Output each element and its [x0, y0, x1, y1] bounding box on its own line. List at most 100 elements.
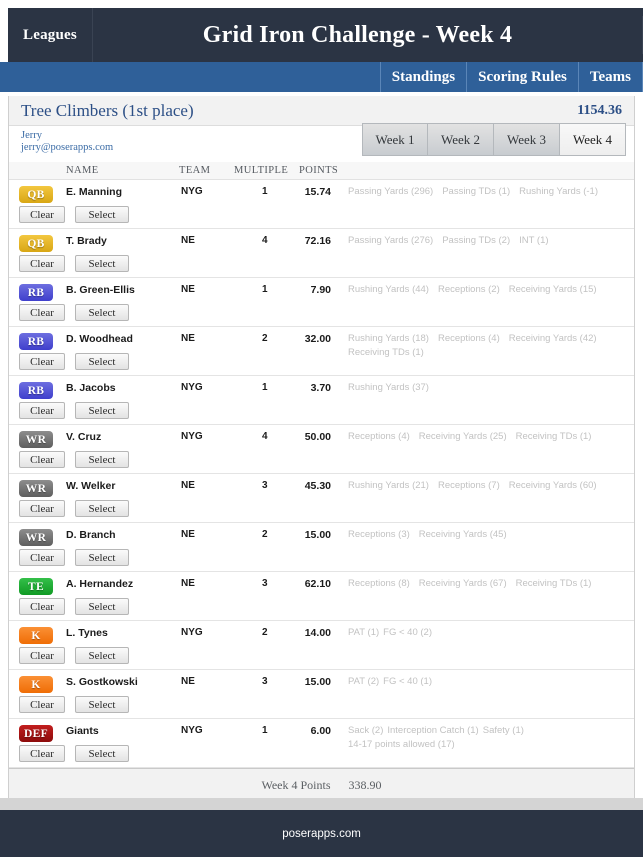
player-stat: Passing TDs (2)	[442, 235, 511, 246]
select-button[interactable]: Select	[75, 304, 129, 321]
player-points: 15.00	[304, 529, 331, 541]
select-button[interactable]: Select	[75, 500, 129, 517]
week-tabs: Week 1 Week 2 Week 3 Week 4	[362, 123, 626, 156]
column-header-points: POINTS	[299, 165, 339, 176]
player-stat: Passing Yards (276)	[348, 235, 434, 246]
clear-button[interactable]: Clear	[19, 304, 65, 321]
position-badge: WR	[19, 431, 53, 448]
position-label: WR	[25, 433, 47, 446]
player-stat: Receiving Yards (15)	[508, 284, 597, 295]
tab-week-4[interactable]: Week 4	[560, 123, 626, 156]
clear-button[interactable]: Clear	[19, 549, 65, 566]
clear-button[interactable]: Clear	[19, 745, 65, 762]
tab-week-1[interactable]: Week 1	[362, 123, 428, 156]
column-headers: NAME TEAM MULTIPLE POINTS	[9, 162, 634, 180]
player-stat: Safety (1)	[482, 725, 524, 736]
select-button[interactable]: Select	[75, 549, 129, 566]
row-actions: Clear Select	[19, 696, 129, 713]
column-header-team: TEAM	[179, 165, 211, 176]
player-team: NE	[181, 333, 195, 344]
player-name: V. Cruz	[66, 431, 102, 443]
player-name: A. Hernandez	[66, 578, 134, 590]
owner-and-weeks-row: Jerry jerry@poserapps.com Week 1 Week 2 …	[9, 123, 634, 162]
position-badge: RB	[19, 284, 53, 301]
tab-label: Week 1	[375, 131, 415, 147]
tab-week-3[interactable]: Week 3	[494, 123, 560, 156]
player-stat: Receptions (8)	[348, 578, 410, 589]
leagues-nav-button[interactable]: Leagues	[8, 8, 93, 62]
team-header: Tree Climbers (1st place) 1154.36	[9, 96, 634, 126]
player-stat: Receptions (3)	[348, 529, 410, 540]
table-row: RB B. Green-Ellis NE 1 7.90 Rushing Yards (44…	[9, 278, 634, 327]
column-header-multiple: MULTIPLE	[234, 165, 289, 176]
player-multiple: 1	[262, 725, 268, 736]
position-label: RB	[27, 286, 45, 299]
clear-button[interactable]: Clear	[19, 255, 65, 272]
select-button[interactable]: Select	[75, 402, 129, 419]
player-name: E. Manning	[66, 186, 122, 198]
player-stat: INT (1)	[519, 235, 549, 246]
player-stats: Receptions (3) Receiving Yards (45)	[348, 528, 626, 542]
select-button[interactable]: Select	[75, 745, 129, 762]
select-button[interactable]: Select	[75, 353, 129, 370]
position-badge: TE	[19, 578, 53, 595]
player-stat: Receiving Yards (45)	[418, 529, 507, 540]
position-badge: WR	[19, 480, 53, 497]
clear-button[interactable]: Clear	[19, 402, 65, 419]
player-multiple: 1	[262, 186, 268, 197]
position-label: DEF	[24, 727, 48, 740]
tab-week-2[interactable]: Week 2	[428, 123, 494, 156]
player-name: L. Tynes	[66, 627, 108, 639]
position-label: RB	[27, 384, 45, 397]
row-actions: Clear Select	[19, 647, 129, 664]
player-name: W. Welker	[66, 480, 116, 492]
team-total-points: 1154.36	[577, 102, 622, 118]
player-multiple: 2	[262, 529, 268, 540]
player-stat: Receiving Yards (67)	[418, 578, 507, 589]
select-button[interactable]: Select	[75, 206, 129, 223]
player-stat: Passing TDs (1)	[442, 186, 511, 197]
player-stat: Receiving Yards (42)	[508, 333, 597, 344]
nav-item-teams[interactable]: Teams	[577, 62, 643, 92]
team-name: Tree Climbers (1st place)	[21, 100, 194, 120]
clear-button[interactable]: Clear	[19, 206, 65, 223]
clear-button[interactable]: Clear	[19, 598, 65, 615]
position-label: QB	[27, 237, 45, 250]
select-button[interactable]: Select	[75, 598, 129, 615]
player-name: B. Jacobs	[66, 382, 116, 394]
player-stat: Passing Yards (296)	[348, 186, 434, 197]
nav-item-scoring-rules[interactable]: Scoring Rules	[466, 62, 578, 92]
table-row: QB T. Brady NE 4 72.16 Passing Yards (276) Pas…	[9, 229, 634, 278]
clear-button[interactable]: Clear	[19, 696, 65, 713]
clear-button[interactable]: Clear	[19, 647, 65, 664]
player-stat: Rushing Yards (37)	[348, 382, 429, 393]
player-stat: Receiving TDs (1)	[348, 347, 424, 358]
row-actions: Clear Select	[19, 745, 129, 762]
player-team: NE	[181, 676, 195, 687]
player-stats: Sack (2) Interception Catch (1) Safety (1)…	[348, 724, 626, 752]
clear-button[interactable]: Clear	[19, 500, 65, 517]
table-row: RB B. Jacobs NYG 1 3.70 Rushing Yards (37) Cle…	[9, 376, 634, 425]
player-name: S. Gostkowski	[66, 676, 138, 688]
player-team: NE	[181, 235, 195, 246]
player-multiple: 1	[262, 284, 268, 295]
row-actions: Clear Select	[19, 598, 129, 615]
player-stat: Receptions (7)	[437, 480, 500, 491]
table-row: DEF Giants NYG 1 6.00 Sack (2) Interception Ca…	[9, 719, 634, 768]
select-button[interactable]: Select	[75, 255, 129, 272]
player-name: Giants	[66, 725, 99, 737]
player-points: 62.10	[304, 578, 331, 590]
select-button[interactable]: Select	[75, 696, 129, 713]
player-points: 15.00	[304, 676, 331, 688]
select-button[interactable]: Select	[75, 451, 129, 468]
player-multiple: 4	[262, 235, 268, 246]
clear-button[interactable]: Clear	[19, 451, 65, 468]
select-button[interactable]: Select	[75, 647, 129, 664]
player-multiple: 2	[262, 333, 268, 344]
nav-item-standings[interactable]: Standings	[379, 62, 466, 92]
week-points-value: 338.90	[348, 778, 382, 792]
clear-button[interactable]: Clear	[19, 353, 65, 370]
player-stat: Rushing Yards (44)	[348, 284, 429, 295]
player-stat: Receptions (4)	[348, 431, 410, 442]
player-multiple: 3	[262, 676, 268, 687]
